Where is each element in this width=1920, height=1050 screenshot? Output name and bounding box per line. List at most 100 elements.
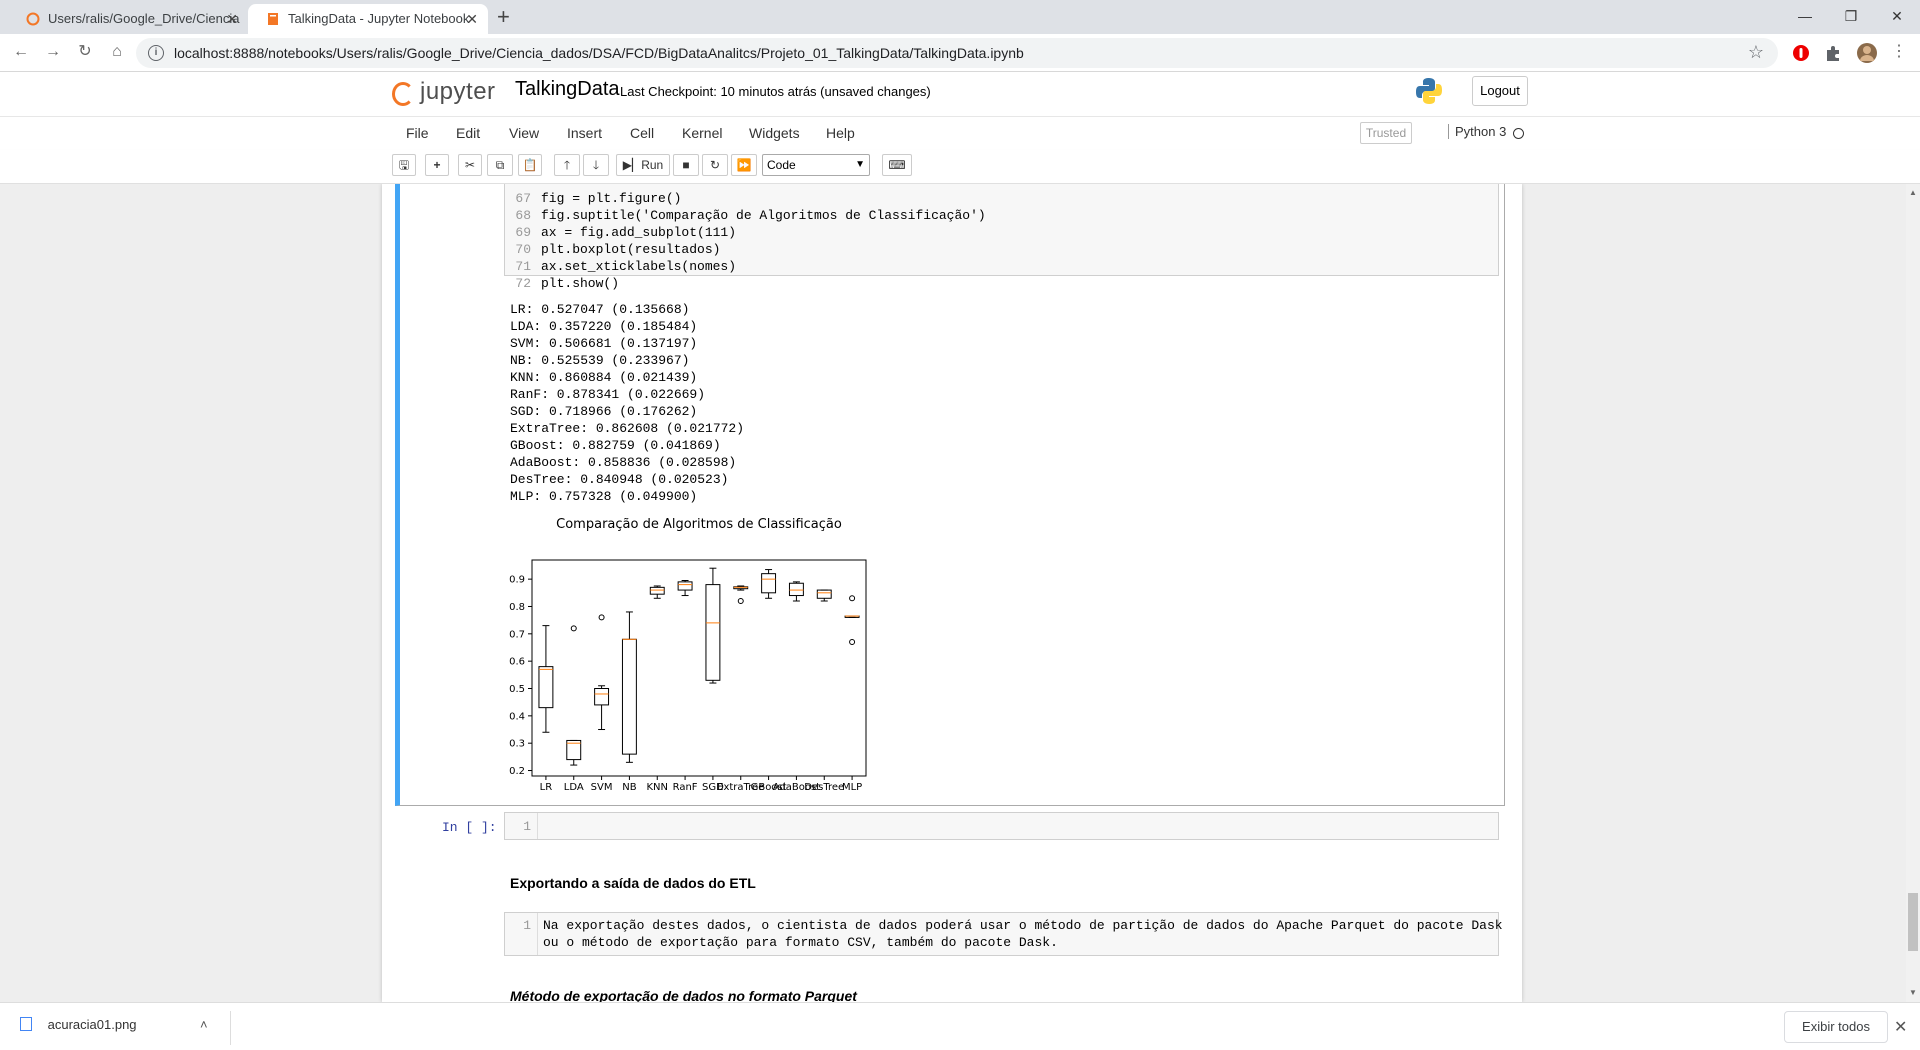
file-image-icon bbox=[20, 1017, 32, 1031]
new-tab-icon[interactable]: + bbox=[497, 4, 510, 30]
forward-icon[interactable]: → bbox=[42, 42, 64, 62]
output-line: ExtraTree: 0.862608 (0.021772) bbox=[510, 421, 745, 436]
box bbox=[677, 581, 693, 591]
close-window-icon[interactable]: ✕ bbox=[1874, 4, 1920, 28]
move-down-icon[interactable]: 🡓 bbox=[583, 154, 609, 176]
profile-avatar[interactable] bbox=[1856, 42, 1878, 64]
y-tick-label: 0.2 bbox=[509, 766, 525, 777]
markdown-line: ou o método de exportação para formato C… bbox=[543, 935, 1058, 950]
menu-cell[interactable]: Cell bbox=[630, 125, 654, 141]
x-tick-label: LR bbox=[540, 782, 553, 793]
y-tick-label: 0.8 bbox=[509, 602, 525, 613]
markdown-cell[interactable]: 1 Na exportação destes dados, o cientist… bbox=[504, 912, 1503, 956]
notebook-toolbar: 🖫 + ✂ ⧉ 📋 🡑 🡓 ▶▏Run ■ ↻ ⏩ Code ▼ ⌨ bbox=[0, 150, 1920, 184]
notebook-menubar: File Edit View Insert Cell Kernel Widget… bbox=[0, 116, 1920, 150]
output-line: SVM: 0.506681 (0.137197) bbox=[510, 336, 698, 351]
x-tick-label: LDA bbox=[564, 782, 584, 793]
copy-icon[interactable]: ⧉ bbox=[487, 154, 513, 176]
browser-tab-bar: Users/ralis/Google_Drive/Ciencia ✕ Talki… bbox=[0, 0, 1920, 34]
line-number: 69 bbox=[515, 225, 531, 240]
restart-run-all-icon[interactable]: ⏩ bbox=[731, 154, 757, 176]
x-tick-label: KNN bbox=[646, 782, 668, 793]
keyboard-shortcuts-icon[interactable]: ⌨ bbox=[882, 154, 912, 176]
url-input[interactable]: i localhost:8888/notebooks/Users/ralis/G… bbox=[136, 38, 1778, 68]
minimize-icon[interactable]: — bbox=[1782, 4, 1828, 28]
extensions-puzzle-icon[interactable] bbox=[1824, 44, 1842, 62]
code-text: fig.suptitle('Comparação de Algoritmos d… bbox=[541, 208, 986, 223]
line-number: 1 bbox=[523, 819, 531, 834]
line-number: 71 bbox=[515, 259, 531, 274]
browser-menu-icon[interactable]: ⋮ bbox=[1888, 42, 1910, 62]
x-tick-label: DesTree bbox=[804, 782, 844, 793]
tab-title: Users/ralis/Google_Drive/Ciencia bbox=[48, 11, 240, 26]
logout-button[interactable]: Logout bbox=[1472, 76, 1528, 106]
home-icon[interactable]: ⌂ bbox=[106, 42, 128, 62]
restore-icon[interactable]: ❐ bbox=[1828, 4, 1874, 28]
code-text: plt.boxplot(resultados) bbox=[541, 242, 721, 257]
x-tick-label: MLP bbox=[842, 782, 862, 793]
gutter-divider bbox=[537, 813, 538, 839]
input-prompt: In [ ]: bbox=[442, 820, 497, 835]
y-tick-label: 0.7 bbox=[509, 629, 525, 640]
bookmark-star-icon[interactable]: ☆ bbox=[1748, 42, 1764, 63]
scroll-down-icon[interactable]: ▼ bbox=[1909, 988, 1917, 997]
restart-icon[interactable]: ↻ bbox=[702, 154, 728, 176]
x-tick-label: RanF bbox=[673, 782, 698, 793]
save-icon[interactable]: 🖫 bbox=[392, 154, 416, 176]
run-icon: ▶▏ bbox=[622, 158, 642, 172]
output-line: NB: 0.525539 (0.233967) bbox=[510, 353, 690, 368]
tab-talkingdata[interactable]: TalkingData - Jupyter Notebook ✕ bbox=[248, 4, 488, 34]
close-download-bar-icon[interactable]: ✕ bbox=[1894, 1017, 1907, 1037]
paste-icon[interactable]: 📋 bbox=[518, 154, 542, 176]
scrollbar-thumb[interactable] bbox=[1908, 893, 1918, 951]
tab-file-browser[interactable]: Users/ralis/Google_Drive/Ciencia ✕ bbox=[8, 4, 248, 34]
menu-widgets[interactable]: Widgets bbox=[749, 125, 800, 141]
adblock-extension-icon[interactable] bbox=[1792, 44, 1810, 62]
menu-view[interactable]: View bbox=[509, 125, 539, 141]
code-text: ax.set_xticklabels(nomes) bbox=[541, 259, 737, 274]
markdown-heading: Exportando a saída de dados do ETL bbox=[510, 875, 756, 891]
outlier-point bbox=[570, 625, 577, 632]
cell-type-value: Code bbox=[767, 158, 796, 172]
outlier-point bbox=[737, 598, 744, 605]
cell-type-select[interactable]: Code ▼ bbox=[762, 154, 870, 176]
site-info-icon[interactable]: i bbox=[148, 45, 164, 61]
download-item[interactable]: acuracia01.png ˄ bbox=[20, 1017, 208, 1032]
chevron-up-icon[interactable]: ˄ bbox=[200, 1017, 208, 1032]
close-tab-icon[interactable]: ✕ bbox=[226, 4, 238, 34]
show-all-button[interactable]: Exibir todos bbox=[1784, 1011, 1888, 1043]
reload-icon[interactable]: ↻ bbox=[74, 42, 96, 62]
box bbox=[816, 589, 832, 599]
trusted-indicator[interactable]: Trusted bbox=[1360, 122, 1412, 144]
outlier-point bbox=[849, 639, 856, 646]
jupyter-header: jupyter TalkingData Last Checkpoint: 10 … bbox=[0, 72, 1920, 116]
menu-insert[interactable]: Insert bbox=[567, 125, 602, 141]
notebook-name[interactable]: TalkingData bbox=[515, 78, 620, 101]
menu-kernel[interactable]: Kernel bbox=[682, 125, 722, 141]
tab-title: TalkingData - Jupyter Notebook bbox=[288, 11, 470, 26]
menu-help[interactable]: Help bbox=[826, 125, 855, 141]
line-number: 1 bbox=[523, 918, 531, 933]
y-tick-label: 0.6 bbox=[509, 657, 525, 668]
cut-icon[interactable]: ✂ bbox=[458, 154, 482, 176]
menu-file[interactable]: File bbox=[406, 125, 429, 141]
jupyter-logo-text: jupyter bbox=[420, 78, 496, 105]
gutter-divider bbox=[537, 913, 538, 955]
run-button[interactable]: ▶▏Run bbox=[616, 154, 670, 176]
code-editor[interactable]: 67 fig = plt.figure() 68 fig.suptitle('Com… bbox=[504, 184, 1499, 291]
kernel-name[interactable]: Python 3 bbox=[1448, 124, 1506, 139]
markdown-line: Na exportação destes dados, o cientista … bbox=[543, 918, 1503, 933]
move-up-icon[interactable]: 🡑 bbox=[554, 154, 580, 176]
back-icon[interactable]: ← bbox=[10, 42, 32, 62]
x-tick-label: NB bbox=[622, 782, 636, 793]
plot-frame bbox=[531, 559, 867, 777]
close-tab-icon[interactable]: ✕ bbox=[466, 4, 478, 34]
code-text: fig = plt.figure() bbox=[541, 191, 682, 206]
insert-cell-icon[interactable]: + bbox=[425, 154, 449, 176]
scroll-up-icon[interactable]: ▲ bbox=[1909, 188, 1917, 197]
menu-edit[interactable]: Edit bbox=[456, 125, 480, 141]
page-scrollbar[interactable]: ▲ ▼ bbox=[1906, 184, 1920, 1002]
boxplot-chart: Comparação de Algoritmos de Classificaçã… bbox=[509, 517, 867, 793]
empty-code-cell[interactable]: 1 bbox=[504, 812, 1499, 840]
interrupt-icon[interactable]: ■ bbox=[673, 154, 699, 176]
